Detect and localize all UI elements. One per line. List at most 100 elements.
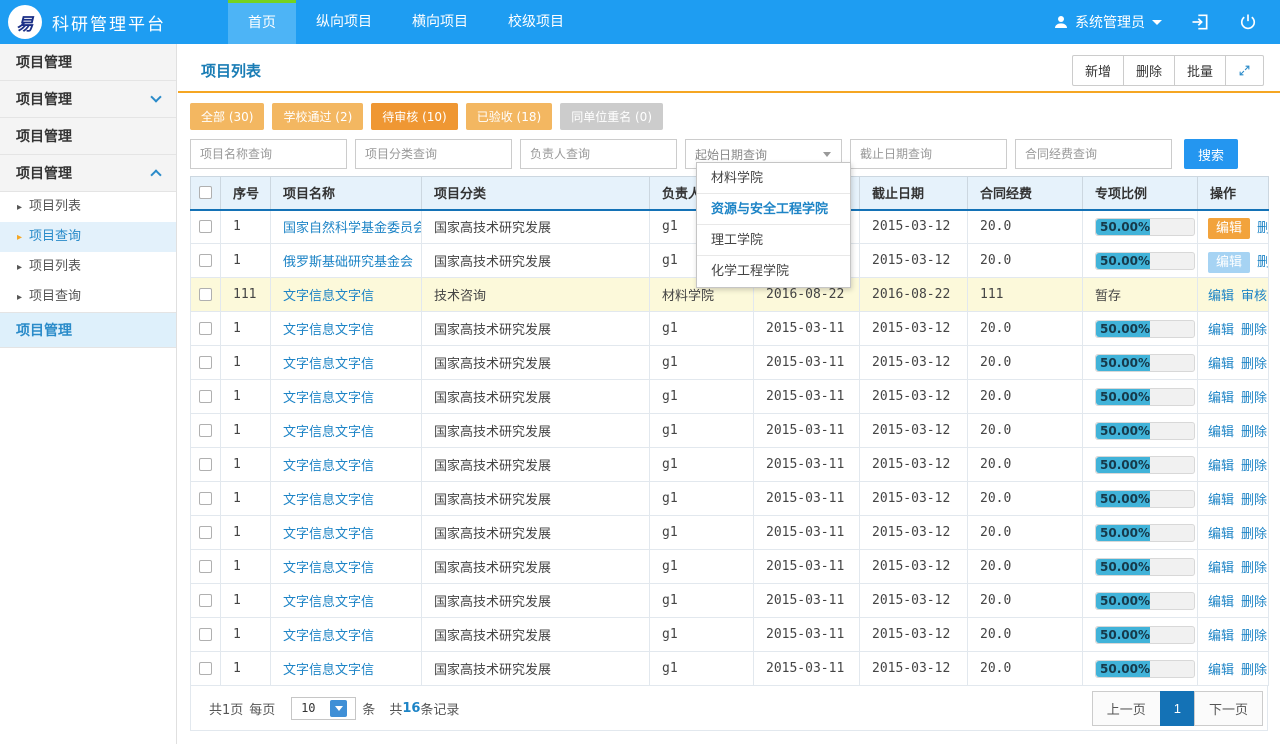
nav-item-vertical-projects[interactable]: 纵向项目 (296, 0, 392, 44)
edit-action[interactable]: 编辑 (1208, 391, 1234, 406)
edit-action[interactable]: 编辑 (1208, 493, 1234, 508)
project-name-link[interactable]: 文字信息文字信 (283, 595, 374, 610)
user-menu[interactable]: 系统管理员 (1053, 12, 1162, 32)
delete-action[interactable]: 删除 (1241, 391, 1267, 406)
dropdown-option-material-college[interactable]: 材料学院 (697, 163, 850, 194)
project-name-link[interactable]: 文字信息文字信 (283, 527, 374, 542)
row-checkbox[interactable] (199, 594, 212, 607)
row-checkbox[interactable] (199, 322, 212, 335)
table-row: 1文字信息文字信国家高技术研究发展g12015-03-112015-03-122… (191, 584, 1269, 618)
sidebar-item-project-management-bottom[interactable]: 项目管理 (0, 312, 176, 348)
project-category-search-input[interactable] (355, 139, 512, 169)
delete-action[interactable]: 删除 (1241, 663, 1267, 678)
power-icon[interactable] (1238, 12, 1258, 32)
project-name-link[interactable]: 文字信息文字信 (283, 425, 374, 440)
edit-action[interactable]: 编辑 (1208, 357, 1234, 372)
sidebar-group-project-management-3[interactable]: 项目管理 (0, 118, 176, 155)
delete-action[interactable]: 删除 (1257, 221, 1268, 236)
sidebar-item-project-list-1[interactable]: ▸项目列表 (0, 192, 176, 222)
project-name-link[interactable]: 文字信息文字信 (283, 289, 374, 304)
row-checkbox[interactable] (199, 560, 212, 573)
dropdown-option-science-college[interactable]: 理工学院 (697, 225, 850, 256)
delete-action[interactable]: 删除 (1241, 459, 1267, 474)
nav-item-horizontal-projects[interactable]: 横向项目 (392, 0, 488, 44)
project-name-link[interactable]: 文字信息文字信 (283, 459, 374, 474)
delete-action[interactable]: 删除 (1241, 561, 1267, 576)
search-button[interactable]: 搜索 (1184, 139, 1238, 169)
row-checkbox[interactable] (199, 662, 212, 675)
delete-action[interactable]: 删除 (1257, 255, 1268, 270)
project-name-link[interactable]: 文字信息文字信 (283, 357, 374, 372)
project-name-link[interactable]: 文字信息文字信 (283, 391, 374, 406)
edit-action[interactable]: 编辑 (1208, 459, 1234, 474)
edit-action[interactable]: 编辑 (1208, 595, 1234, 610)
project-name-link[interactable]: 俄罗斯基础研究基金会 (283, 255, 413, 270)
delete-action[interactable]: 删除 (1241, 595, 1267, 610)
project-name-link[interactable]: 国家自然科学基金委员会 (283, 221, 422, 236)
nav-item-school-projects[interactable]: 校级项目 (488, 0, 584, 44)
leader-search-input[interactable] (520, 139, 677, 169)
cell-seq: 1 (221, 312, 271, 346)
row-checkbox[interactable] (199, 458, 212, 471)
delete-button[interactable]: 删除 (1123, 55, 1175, 86)
review-action[interactable]: 审核 (1241, 289, 1267, 304)
edit-action[interactable]: 编辑 (1208, 561, 1234, 576)
edit-action[interactable]: 编辑 (1208, 527, 1234, 542)
filter-tab-same-unit-duplicate[interactable]: 同单位重名 (0) (560, 103, 663, 130)
project-name-link[interactable]: 文字信息文字信 (283, 323, 374, 338)
row-checkbox[interactable] (199, 390, 212, 403)
sidebar-item-project-query-1[interactable]: ▸项目查询 (0, 222, 176, 252)
delete-action[interactable]: 删除 (1241, 629, 1267, 644)
sidebar-item-project-query-2[interactable]: ▸项目查询 (0, 282, 176, 312)
edit-action[interactable]: 编辑 (1208, 289, 1234, 304)
current-page-button[interactable]: 1 (1160, 691, 1195, 726)
add-button[interactable]: 新增 (1072, 55, 1124, 86)
delete-action[interactable]: 删除 (1241, 493, 1267, 508)
edit-action[interactable]: 编辑 (1208, 663, 1234, 678)
project-name-search-input[interactable] (190, 139, 347, 169)
sidebar-group-project-management-1[interactable]: 项目管理 (0, 44, 176, 81)
row-checkbox[interactable] (199, 356, 212, 369)
batch-button[interactable]: 批量 (1174, 55, 1226, 86)
end-date-search-input[interactable] (850, 139, 1007, 169)
next-page-button[interactable]: 下一页 (1194, 691, 1263, 726)
nav-item-home[interactable]: 首页 (228, 0, 296, 44)
select-all-checkbox[interactable] (199, 186, 212, 199)
delete-action[interactable]: 删除 (1241, 323, 1267, 338)
edit-action[interactable]: 编辑 (1208, 323, 1234, 338)
filter-tab-all[interactable]: 全部 (30) (190, 103, 264, 130)
edit-action[interactable]: 编辑 (1208, 218, 1250, 239)
dropdown-option-resource-safety-college[interactable]: 资源与安全工程学院 (697, 194, 850, 225)
project-name-link[interactable]: 文字信息文字信 (283, 561, 374, 576)
row-checkbox[interactable] (199, 424, 212, 437)
fund-search-input[interactable] (1015, 139, 1172, 169)
exit-icon[interactable] (1190, 12, 1210, 32)
sidebar-item-project-list-2[interactable]: ▸项目列表 (0, 252, 176, 282)
filter-tab-pending-review[interactable]: 待审核 (10) (371, 103, 457, 130)
row-checkbox[interactable] (199, 492, 212, 505)
row-checkbox[interactable] (199, 220, 212, 233)
edit-action[interactable]: 编辑 (1208, 425, 1234, 440)
expand-button[interactable] (1225, 55, 1264, 86)
dropdown-option-chemical-college[interactable]: 化学工程学院 (697, 256, 850, 287)
edit-action[interactable]: 编辑 (1208, 629, 1234, 644)
filter-tab-accepted[interactable]: 已验收 (18) (466, 103, 552, 130)
row-checkbox[interactable] (199, 628, 212, 641)
row-checkbox[interactable] (199, 288, 212, 301)
prev-page-button[interactable]: 上一页 (1092, 691, 1161, 726)
project-name-link[interactable]: 文字信息文字信 (283, 663, 374, 678)
project-name-link[interactable]: 文字信息文字信 (283, 629, 374, 644)
row-checkbox[interactable] (199, 526, 212, 539)
delete-action[interactable]: 删除 (1241, 527, 1267, 542)
per-page-select[interactable]: 10 (291, 697, 356, 720)
cell-project-name: 文字信息文字信 (271, 380, 422, 414)
sidebar-group-project-management-2[interactable]: 项目管理 (0, 81, 176, 118)
project-name-link[interactable]: 文字信息文字信 (283, 493, 374, 508)
delete-action[interactable]: 删除 (1241, 425, 1267, 440)
delete-action[interactable]: 删除 (1241, 357, 1267, 372)
sidebar-group-project-management-4[interactable]: 项目管理 (0, 155, 176, 192)
row-checkbox[interactable] (199, 254, 212, 267)
edit-action[interactable]: 编辑 (1208, 252, 1250, 273)
sidebar-item-label: 项目查询 (29, 289, 81, 304)
filter-tab-school-passed[interactable]: 学校通过 (2) (272, 103, 363, 130)
